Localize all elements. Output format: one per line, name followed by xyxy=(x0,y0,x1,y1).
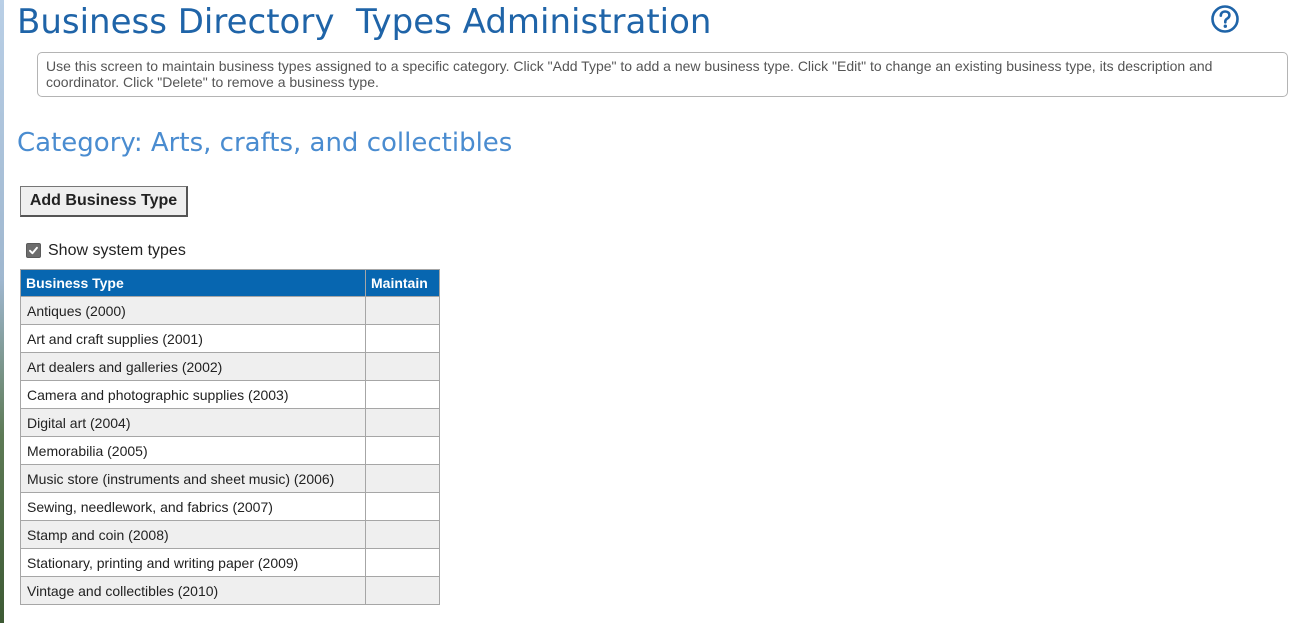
table-row: Camera and photographic supplies (2003) xyxy=(20,380,440,409)
checkmark-icon xyxy=(29,246,38,254)
maintain-cell xyxy=(365,436,440,465)
table-row: Vintage and collectibles (2010) xyxy=(20,576,440,605)
business-type-cell: Music store (instruments and sheet music… xyxy=(20,464,366,493)
maintain-cell xyxy=(365,464,440,493)
add-business-type-button[interactable]: Add Business Type xyxy=(20,186,188,217)
show-system-types-filter: Show system types xyxy=(26,241,186,261)
business-types-table: Business Type Maintain Antiques (2000) A… xyxy=(20,269,440,605)
column-header-business-type: Business Type xyxy=(20,269,366,297)
maintain-cell xyxy=(365,408,440,437)
table-row: Digital art (2004) xyxy=(20,408,440,437)
column-header-maintain: Maintain xyxy=(365,269,440,297)
business-type-cell: Art dealers and galleries (2002) xyxy=(20,352,366,381)
table-row: Sewing, needlework, and fabrics (2007) xyxy=(20,492,440,521)
maintain-cell xyxy=(365,520,440,549)
show-system-types-label[interactable]: Show system types xyxy=(48,242,186,260)
question-circle-icon[interactable] xyxy=(1210,4,1240,34)
maintain-cell xyxy=(365,352,440,381)
table-row: Art and craft supplies (2001) xyxy=(20,324,440,353)
table-row: Antiques (2000) xyxy=(20,296,440,325)
business-type-cell: Camera and photographic supplies (2003) xyxy=(20,380,366,409)
business-type-cell: Stationary, printing and writing paper (… xyxy=(20,548,366,577)
maintain-cell xyxy=(365,576,440,605)
maintain-cell xyxy=(365,324,440,353)
table-header-row: Business Type Maintain xyxy=(20,269,440,297)
business-type-cell: Art and craft supplies (2001) xyxy=(20,324,366,353)
maintain-cell xyxy=(365,492,440,521)
page: Business Directory Types Administration … xyxy=(0,0,1294,623)
show-system-types-checkbox[interactable] xyxy=(26,242,41,258)
table-row: Music store (instruments and sheet music… xyxy=(20,464,440,493)
business-type-cell: Memorabilia (2005) xyxy=(20,436,366,465)
table-row: Memorabilia (2005) xyxy=(20,436,440,465)
table-row: Stamp and coin (2008) xyxy=(20,520,440,549)
table-row: Art dealers and galleries (2002) xyxy=(20,352,440,381)
business-type-cell: Digital art (2004) xyxy=(20,408,366,437)
category-title: Category: Arts, crafts, and collectibles xyxy=(17,128,513,158)
business-type-cell: Stamp and coin (2008) xyxy=(20,520,366,549)
background-strip xyxy=(0,0,4,623)
maintain-cell xyxy=(365,380,440,409)
table-row: Stationary, printing and writing paper (… xyxy=(20,548,440,577)
business-type-cell: Antiques (2000) xyxy=(20,296,366,325)
maintain-cell xyxy=(365,296,440,325)
instructions-box: Use this screen to maintain business typ… xyxy=(37,52,1288,97)
business-type-cell: Vintage and collectibles (2010) xyxy=(20,576,366,605)
maintain-cell xyxy=(365,548,440,577)
business-type-cell: Sewing, needlework, and fabrics (2007) xyxy=(20,492,366,521)
page-title: Business Directory Types Administration xyxy=(17,2,712,42)
